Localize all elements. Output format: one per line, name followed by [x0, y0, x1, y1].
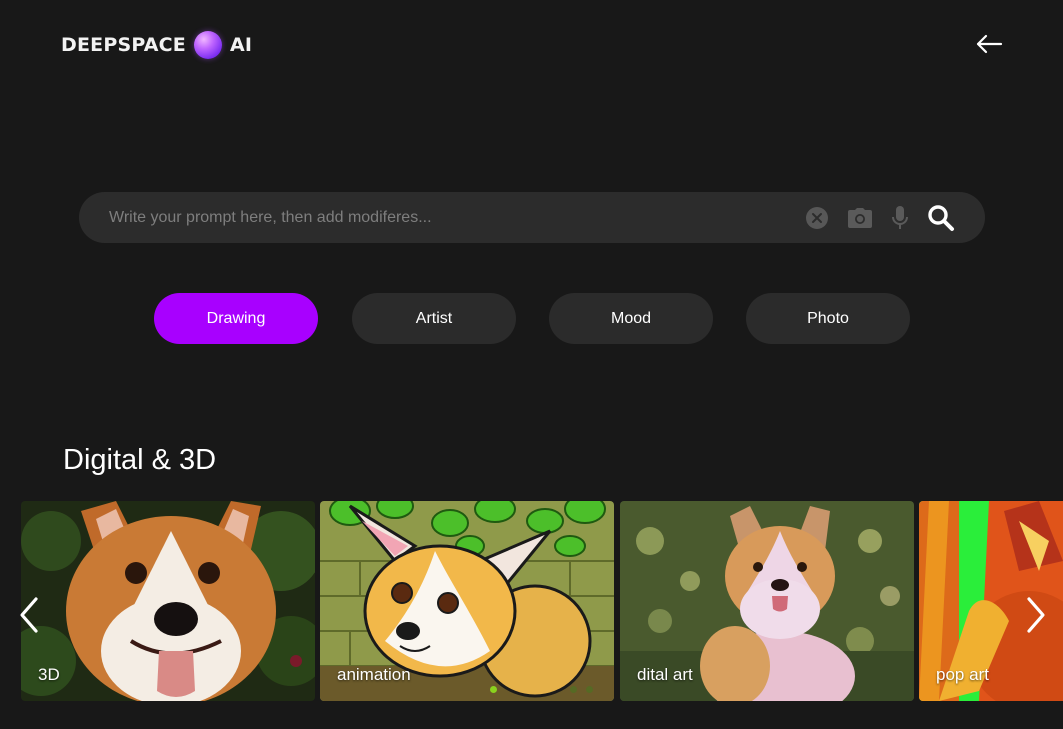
carousel-dot: [570, 686, 577, 693]
tab-artist[interactable]: Artist: [352, 293, 516, 344]
arrow-left-icon: [976, 34, 1003, 54]
tab-photo[interactable]: Photo: [746, 293, 910, 344]
card-label: 3D: [38, 665, 60, 684]
search-icon[interactable]: [925, 192, 957, 243]
clear-icon[interactable]: [804, 192, 830, 243]
carousel-dot: [586, 686, 593, 693]
card-label: dital art: [637, 665, 693, 684]
back-button[interactable]: [972, 30, 1006, 58]
style-card-dital-art[interactable]: dital art: [620, 501, 914, 701]
carousel-next-button[interactable]: [1021, 595, 1051, 635]
brand-logo[interactable]: DEEPSPACE AI: [61, 31, 252, 59]
brand-orb-icon: [193, 31, 222, 59]
card-label: pop art: [936, 665, 989, 684]
style-card-3d[interactable]: 3D: [21, 501, 315, 701]
style-carousel: 3D animation dital art pop art: [0, 501, 1063, 701]
chevron-right-icon: [1027, 597, 1045, 633]
prompt-input[interactable]: [109, 192, 789, 243]
camera-icon[interactable]: [846, 192, 874, 243]
prompt-search-bar: [79, 192, 985, 243]
carousel-dot: [490, 686, 497, 693]
corgi-3d-image: [21, 501, 315, 701]
tab-mood[interactable]: Mood: [549, 293, 713, 344]
microphone-icon[interactable]: [889, 192, 911, 243]
tab-drawing[interactable]: Drawing: [154, 293, 318, 344]
carousel-prev-button[interactable]: [14, 595, 44, 635]
brand-name: DEEPSPACE: [61, 34, 186, 56]
brand-suffix: AI: [229, 34, 253, 56]
app-page: DEEPSPACE AI Write your prompt here, the…: [0, 0, 1063, 729]
section-title: Digital & 3D: [63, 444, 217, 476]
style-card-animation[interactable]: animation: [320, 501, 614, 701]
chevron-left-icon: [20, 597, 38, 633]
card-label: animation: [337, 665, 411, 684]
